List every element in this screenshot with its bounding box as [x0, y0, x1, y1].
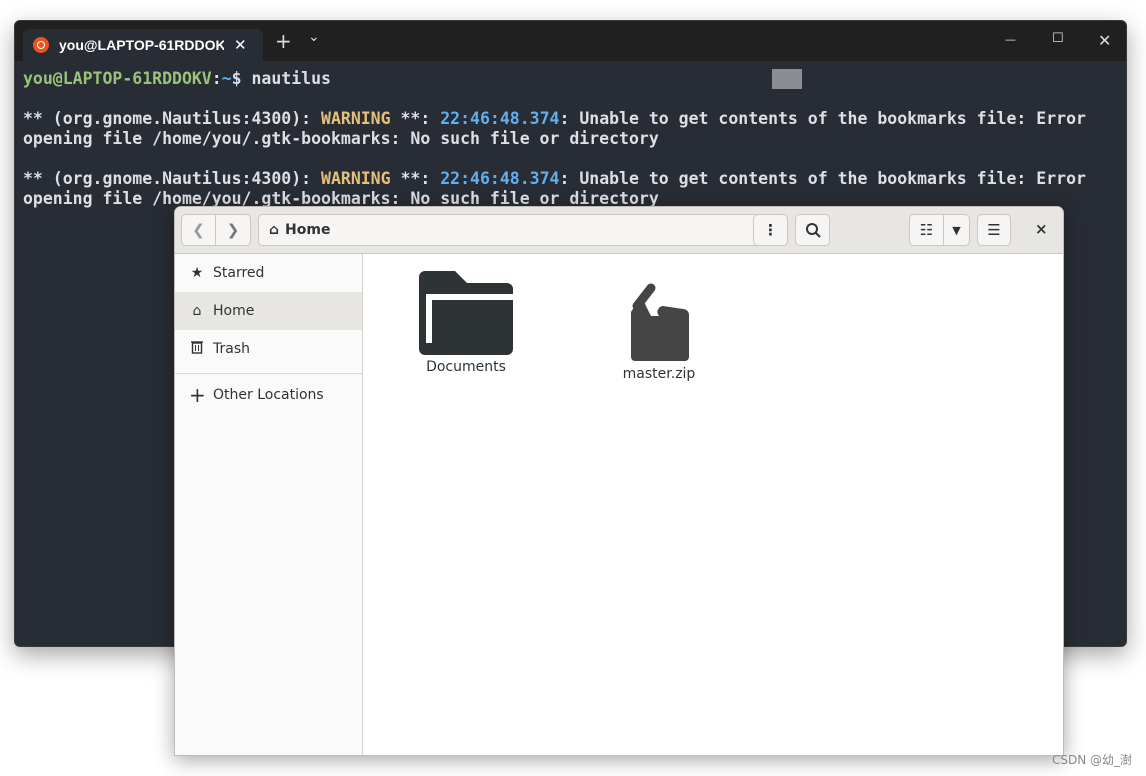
warning-prefix: ** (org.gnome.Nautilus:4300):: [23, 169, 322, 188]
sidebar-label: Home: [213, 303, 255, 319]
ubuntu-icon: [33, 37, 49, 53]
watermark: CSDN @幼_澍: [1051, 753, 1132, 767]
star-icon: ★: [190, 265, 204, 281]
warning-msg: : Unable to get contents of the bookmark…: [559, 169, 1086, 188]
new-tab-button[interactable]: +: [275, 29, 292, 53]
hamburger-icon: ☰: [987, 221, 1001, 239]
terminal-output[interactable]: you@LAPTOP-61RDDOKV:~$ nautilus ** (org.…: [15, 61, 1126, 209]
prompt-path: ~: [221, 69, 232, 88]
file-name: master.zip: [622, 366, 696, 382]
chevron-right-icon: ❯: [226, 221, 240, 239]
forward-button[interactable]: ❯: [215, 214, 251, 246]
command: nautilus: [251, 69, 331, 88]
archive-icon: [631, 282, 689, 361]
path-bar[interactable]: ⌂ Home: [258, 214, 788, 246]
tab-title: you@LAPTOP-61RDDOKV: [59, 37, 224, 53]
sidebar-label: Other Locations: [213, 387, 324, 403]
terminal-titlebar: you@LAPTOP-61RDDOKV ✕ + ⌄ — ☐ ✕: [15, 21, 1126, 61]
terminal-cursor: [772, 69, 802, 89]
home-icon: ⌂: [192, 303, 202, 319]
folder-icon: [419, 271, 515, 355]
file-item-documents[interactable]: Documents: [401, 269, 531, 375]
warning-time: 22:46:48.374: [440, 169, 560, 188]
warning-level: WARNING: [321, 109, 391, 128]
tab-close-button[interactable]: ✕: [234, 36, 247, 54]
sidebar-label: Starred: [213, 265, 265, 281]
warning-level: WARNING: [321, 169, 391, 188]
close-button[interactable]: ✕: [1098, 31, 1111, 50]
nautilus-window: ❮ ❯ ⌂ Home ⋮ ☷ ▼ ☰ × ★ Starred ⌂ Home Trash…: [174, 206, 1064, 756]
path-home[interactable]: Home: [285, 222, 330, 238]
plus-icon: +: [189, 383, 206, 407]
home-icon: ⌂: [269, 222, 280, 238]
warning-prefix: ** (org.gnome.Nautilus:4300):: [23, 109, 322, 128]
window-close-button[interactable]: ×: [1035, 220, 1048, 238]
sidebar: ★ Starred ⌂ Home Trash + Other Locations: [175, 254, 363, 755]
warning-time: 22:46:48.374: [440, 109, 560, 128]
sidebar-item-starred[interactable]: ★ Starred: [175, 254, 362, 292]
list-view-button[interactable]: ☷: [909, 214, 944, 246]
chevron-left-icon: ❮: [192, 221, 205, 239]
main-menu-button[interactable]: ☰: [977, 214, 1011, 246]
path-menu-button[interactable]: ⋮: [753, 214, 788, 246]
warning-mid: **:: [390, 109, 441, 128]
tab-dropdown-button[interactable]: ⌄: [308, 29, 320, 45]
search-icon: [805, 223, 821, 238]
view-options-button[interactable]: ▼: [943, 214, 970, 246]
sidebar-item-trash[interactable]: Trash: [175, 330, 362, 368]
maximize-button[interactable]: ☐: [1052, 31, 1064, 46]
minimize-button[interactable]: —: [1005, 33, 1016, 46]
file-item-master-zip[interactable]: master.zip: [594, 282, 724, 382]
warning-msg: : Unable to get contents of the bookmark…: [559, 109, 1086, 128]
file-name: Documents: [426, 359, 506, 375]
prompt-user: you@LAPTOP-61RDDOKV: [23, 69, 212, 88]
warning-mid: **:: [390, 169, 441, 188]
list-view-icon: ☷: [919, 221, 934, 239]
warning-msg: opening file /home/you/.gtk-bookmarks: N…: [23, 129, 659, 148]
sidebar-item-home[interactable]: ⌂ Home: [175, 292, 362, 330]
terminal-tab[interactable]: you@LAPTOP-61RDDOKV ✕: [23, 29, 263, 61]
prompt-sep: :: [211, 69, 222, 88]
prompt-dollar: $: [231, 69, 252, 88]
sidebar-item-other-locations[interactable]: + Other Locations: [175, 378, 362, 412]
sidebar-label: Trash: [213, 341, 250, 357]
caret-down-icon: ▼: [952, 223, 961, 237]
trash-icon: [189, 340, 205, 358]
search-button[interactable]: [795, 214, 830, 246]
back-button[interactable]: ❮: [181, 214, 216, 246]
more-vertical-icon: ⋮: [763, 221, 778, 239]
headerbar: ❮ ❯ ⌂ Home ⋮ ☷ ▼ ☰ ×: [175, 207, 1063, 254]
